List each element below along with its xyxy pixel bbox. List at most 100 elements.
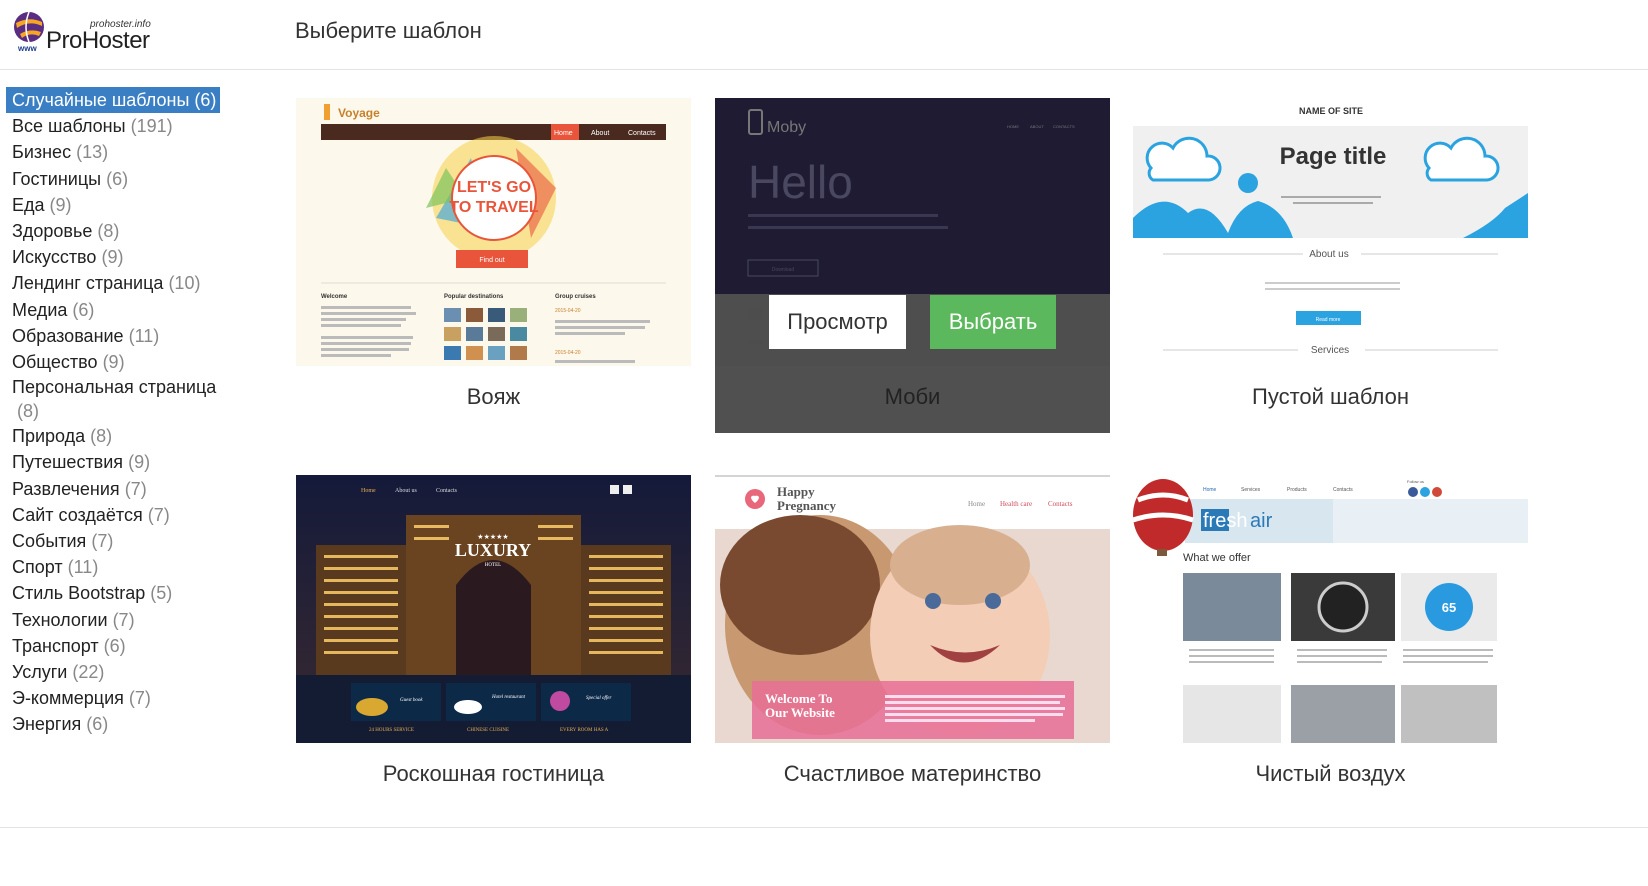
freshair-logo-2: air (1250, 510, 1273, 532)
category-item-business[interactable]: Бизнес (13) (6, 139, 220, 165)
freshair-gauge: 65 (1442, 600, 1456, 615)
luxury-nav-about: About us (395, 488, 418, 494)
category-item-entertainment[interactable]: Развлечения (7) (6, 476, 220, 502)
coffee-icon (454, 700, 482, 714)
pregnancy-welcome-1: Welcome To (765, 691, 833, 706)
googleplus-icon (1432, 487, 1442, 497)
luxury-caption-2: CHINESE CUISINE (467, 728, 509, 733)
moby-download: Download (772, 267, 794, 273)
freshair-nav-contacts: Contacts (1333, 487, 1353, 493)
template-title[interactable]: Чистый воздух (1133, 761, 1528, 787)
category-item-energy[interactable]: Энергия (6) (6, 711, 220, 737)
footer-divider (0, 827, 1648, 828)
luxury-nav-home: Home (361, 488, 376, 494)
freshair-nav-products: Products (1287, 487, 1307, 493)
luxury-panel-1: Guest book (400, 698, 423, 703)
freshair-logo-1: fresh (1203, 510, 1247, 532)
category-item-ecommerce[interactable]: Э-коммерция (7) (6, 685, 220, 711)
select-button[interactable]: Выбрать (930, 295, 1056, 349)
blank-about: About us (1309, 249, 1348, 260)
voyage-button: Find out (479, 257, 504, 264)
luxury-sub: HOTEL (485, 563, 501, 568)
luxury-headline: LUXURY (455, 540, 531, 560)
category-item-travel[interactable]: Путешествия (9) (6, 449, 220, 475)
blank-read-more: Read more (1316, 317, 1341, 323)
template-thumbnail[interactable]: Happy Pregnancy Home Health care Contact… (715, 475, 1110, 743)
pregnancy-nav-contacts: Contacts (1048, 500, 1073, 508)
category-item-random[interactable]: Случайные шаблоны (6) (6, 87, 220, 114)
fireworks-icon (550, 691, 570, 711)
category-item-education[interactable]: Образование (11) (6, 323, 220, 349)
template-thumbnail[interactable]: Home Services Products Contacts Follow u… (1133, 475, 1528, 743)
pregnancy-nav-home: Home (968, 500, 985, 508)
category-item-events[interactable]: События (7) (6, 528, 220, 554)
logo-name: ProHoster (46, 27, 150, 54)
pregnancy-welcome-2: Our Website (765, 705, 835, 720)
bell-icon (356, 698, 388, 716)
template-thumbnail[interactable]: NAME OF SITE Page title About us Read mo… (1133, 98, 1528, 366)
template-card-voyage[interactable]: Voyage Home About Contacts LET'S GO TO T… (296, 98, 691, 433)
blank-page-title: Page title (1280, 143, 1387, 170)
template-title[interactable]: Моби (715, 384, 1110, 410)
category-item-services[interactable]: Услуги (22) (6, 659, 220, 685)
voyage-nav-about: About (591, 130, 609, 137)
voyage-col-welcome: Welcome (321, 294, 348, 300)
voyage-nav-home: Home (554, 130, 573, 137)
freshair-nav-home: Home (1203, 487, 1217, 493)
template-title[interactable]: Счастливое материнство (715, 761, 1110, 787)
voyage-headline-2: TO TRAVEL (449, 199, 538, 216)
voyage-nav-contacts: Contacts (628, 130, 656, 137)
template-title[interactable]: Пустой шаблон (1133, 384, 1528, 410)
category-item-landing[interactable]: Лендинг страница (10) (6, 270, 220, 296)
twitter-icon (1420, 487, 1430, 497)
luxury-caption-3: EVERY ROOM HAS A (560, 728, 609, 733)
template-card-luxury-hotel[interactable]: Home About us Contacts ★★★★★ LUXURY HOTE… (296, 475, 691, 810)
category-item-society[interactable]: Общество (9) (6, 349, 220, 375)
pregnancy-brand-2: Pregnancy (777, 498, 836, 513)
page-title: Выберите шаблон (295, 18, 482, 43)
category-item-under-construction[interactable]: Сайт создаётся (7) (6, 502, 220, 528)
category-item-all[interactable]: Все шаблоны (191) (6, 113, 220, 139)
blank-services: Services (1311, 345, 1349, 356)
category-item-nature[interactable]: Природа (8) (6, 423, 220, 449)
template-card-moby[interactable]: Moby HOME ABOUT CONTACTS Hello Download … (715, 98, 1110, 433)
template-card-pregnancy[interactable]: Happy Pregnancy Home Health care Contact… (715, 475, 1110, 810)
voyage-col-destinations: Popular destinations (444, 294, 504, 300)
category-sidebar: Случайные шаблоны (6) Все шаблоны (191) … (6, 87, 220, 738)
voyage-col-cruises: Group cruises (555, 294, 596, 300)
freshair-nav-services: Services (1241, 487, 1261, 493)
category-item-transport[interactable]: Транспорт (6) (6, 633, 220, 659)
preview-button[interactable]: Просмотр (769, 295, 906, 349)
voyage-date-2: 2015-04-20 (555, 350, 581, 356)
luxury-nav-contacts: Contacts (436, 488, 458, 494)
pregnancy-nav-health: Health care (1000, 500, 1032, 508)
blank-site-name: NAME OF SITE (1299, 106, 1363, 116)
template-thumbnail[interactable]: Voyage Home About Contacts LET'S GO TO T… (296, 98, 691, 366)
template-card-blank[interactable]: NAME OF SITE Page title About us Read mo… (1133, 98, 1528, 433)
template-title[interactable]: Роскошная гостиница (296, 761, 691, 787)
category-item-food[interactable]: Еда (9) (6, 192, 220, 218)
logo[interactable]: prohoster.info ProHoster www (12, 10, 152, 55)
category-item-health[interactable]: Здоровье (8) (6, 218, 220, 244)
category-item-hotels[interactable]: Гостиницы (6) (6, 166, 220, 192)
template-card-fresh-air[interactable]: Home Services Products Contacts Follow u… (1133, 475, 1528, 810)
category-item-media[interactable]: Медиа (6) (6, 297, 220, 323)
template-title[interactable]: Вояж (296, 384, 691, 410)
template-thumbnail[interactable]: Home About us Contacts ★★★★★ LUXURY HOTE… (296, 475, 691, 743)
category-item-sport[interactable]: Спорт (11) (6, 554, 220, 580)
freshair-follow: Follow us (1407, 479, 1424, 484)
category-item-bootstrap[interactable]: Стиль Bootstrap (5) (6, 580, 220, 606)
moby-nav-home: HOME (1007, 124, 1019, 129)
moby-nav-about: ABOUT (1030, 124, 1044, 129)
logo-www: www (18, 44, 37, 53)
globe-icon (14, 11, 44, 43)
voyage-date-1: 2015-04-20 (555, 308, 581, 314)
pregnancy-brand-1: Happy (777, 484, 815, 499)
header: prohoster.info ProHoster www Выберите ша… (0, 0, 1648, 70)
luxury-caption-1: 24 HOURS SERVICE (369, 728, 414, 733)
category-item-art[interactable]: Искусство (9) (6, 244, 220, 270)
freshair-offer: What we offer (1183, 552, 1251, 564)
category-item-personal[interactable]: Персональная страница (8) (6, 375, 220, 423)
category-item-technology[interactable]: Технологии (7) (6, 607, 220, 633)
facebook-icon (1408, 487, 1418, 497)
